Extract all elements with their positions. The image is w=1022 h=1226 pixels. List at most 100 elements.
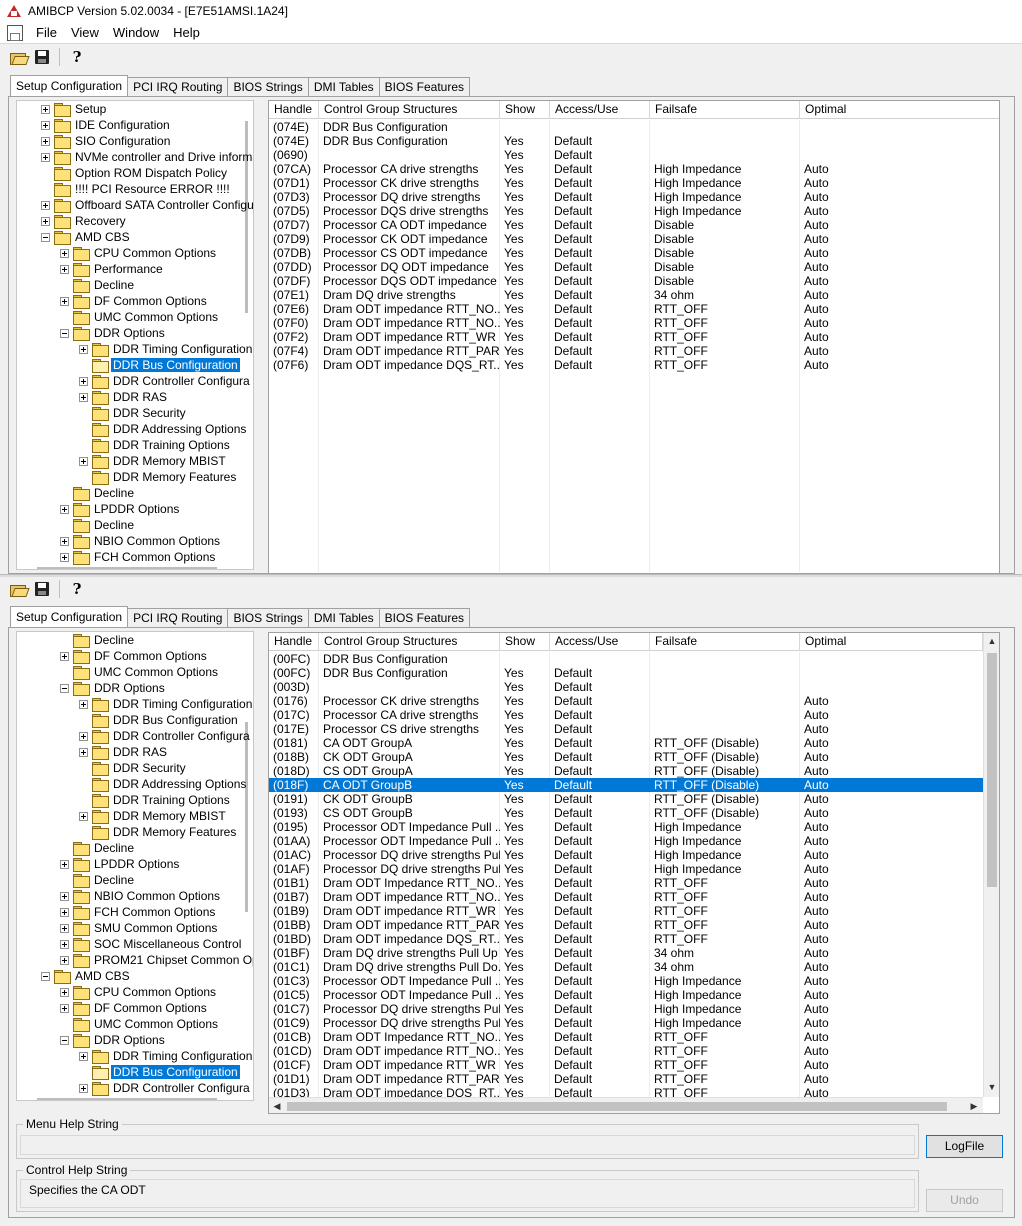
tree-hscrollbar[interactable] xyxy=(37,1098,217,1100)
tree-item[interactable]: DDR Controller Configura xyxy=(79,1080,252,1096)
cell-show[interactable]: Yes xyxy=(500,1030,550,1044)
table-row[interactable]: (00FC) DDR Bus Configuration Yes Default xyxy=(269,666,983,680)
expand-plus-icon[interactable] xyxy=(60,504,69,514)
tree-item[interactable]: DDR Training Options xyxy=(79,792,232,808)
cell-show[interactable]: Yes xyxy=(500,722,550,736)
tree-item-label[interactable]: UMC Common Options xyxy=(92,1017,220,1031)
table-row[interactable]: (01B9) Dram ODT impedance RTT_WR ... Yes De… xyxy=(269,904,983,918)
tree-item-label[interactable]: DDR Options xyxy=(92,326,167,340)
cell-show[interactable]: Yes xyxy=(500,918,550,932)
cell-show[interactable] xyxy=(500,120,550,134)
tree-item-label[interactable]: DDR Controller Configura xyxy=(111,1081,252,1095)
expand-plus-icon[interactable] xyxy=(41,200,50,210)
tree-item-label[interactable]: DDR Security xyxy=(111,406,188,420)
table-row[interactable]: (01AA) Processor ODT Impedance Pull ... Ye… xyxy=(269,834,983,848)
tree-item[interactable]: DF Common Options xyxy=(60,1000,209,1016)
cell-show[interactable]: Yes xyxy=(500,316,550,330)
cell-show[interactable]: Yes xyxy=(500,764,550,778)
tree-item-label[interactable]: AMD CBS xyxy=(73,230,132,244)
cell-access[interactable]: Default xyxy=(550,890,650,904)
cell-access[interactable]: Default xyxy=(550,862,650,876)
expand-plus-icon[interactable] xyxy=(60,264,69,274)
cell-access[interactable]: Default xyxy=(550,288,650,302)
tree-item-label[interactable]: AMD CBS xyxy=(73,969,132,983)
tab-bios-strings[interactable]: BIOS Strings xyxy=(227,77,309,96)
undo-button[interactable]: Undo xyxy=(926,1189,1003,1212)
tree-item-label[interactable]: DDR Addressing Options xyxy=(111,422,248,436)
table-row[interactable]: (01AF) Processor DQ drive strengths Pull.… xyxy=(269,862,983,876)
cell-show[interactable]: Yes xyxy=(500,246,550,260)
tree-item[interactable]: DDR Memory Features xyxy=(79,824,238,840)
tree-hscrollbar[interactable] xyxy=(37,567,217,569)
tree-item-label[interactable]: FCH Common Options xyxy=(92,905,217,919)
tree-item[interactable]: DDR Addressing Options xyxy=(79,421,248,437)
table-row[interactable]: (07F4) Dram ODT impedance RTT_PARK Yes Defa… xyxy=(269,344,999,358)
tree-item[interactable]: NBIO Common Options xyxy=(60,888,222,904)
tree-item[interactable]: DDR Bus Configuration xyxy=(79,1064,241,1080)
tree-item[interactable]: NVMe controller and Drive informa xyxy=(41,149,253,165)
expand-plus-icon[interactable] xyxy=(79,392,88,402)
cell-access[interactable]: Default xyxy=(550,274,650,288)
cell-access[interactable]: Default xyxy=(550,820,650,834)
cell-show[interactable]: Yes xyxy=(500,666,550,680)
col-control-group[interactable]: Control Group Structures xyxy=(319,633,500,651)
tree-item-label[interactable]: DF Common Options xyxy=(92,1001,209,1015)
cell-show[interactable]: Yes xyxy=(500,1086,550,1097)
tree-item-label[interactable]: Setup xyxy=(73,102,108,116)
cell-access[interactable]: Default xyxy=(550,246,650,260)
table-row[interactable]: (07DF) Processor DQS ODT impedance Yes Defa… xyxy=(269,274,999,288)
tree-item-label[interactable]: Offboard SATA Controller Configu xyxy=(73,198,253,212)
tree-item[interactable]: AMD CBS xyxy=(41,229,132,245)
cell-show[interactable]: Yes xyxy=(500,190,550,204)
cell-show[interactable]: Yes xyxy=(500,960,550,974)
cell-show[interactable]: Yes xyxy=(500,1016,550,1030)
tab-bios-features[interactable]: BIOS Features xyxy=(378,77,470,96)
col-handle[interactable]: Handle xyxy=(269,633,319,651)
table-row[interactable]: (01AC) Processor DQ drive strengths Pull.… xyxy=(269,848,983,862)
tree-item[interactable]: Decline xyxy=(60,517,136,533)
tree-item-label[interactable]: DDR Timing Configuration xyxy=(111,697,253,711)
col-optimal[interactable]: Optimal xyxy=(800,633,983,651)
tree-item[interactable]: LPDDR Options xyxy=(60,501,181,517)
cell-access[interactable]: Default xyxy=(550,694,650,708)
cell-show[interactable]: Yes xyxy=(500,260,550,274)
table-row[interactable]: (018B) CK ODT GroupA Yes Default RTT_OFF (Di… xyxy=(269,750,983,764)
tree-item-label[interactable]: DDR Controller Configura xyxy=(111,374,252,388)
tree-item[interactable]: Decline xyxy=(60,632,136,648)
grid-hscrollbar[interactable]: ◀ ▶ xyxy=(269,1097,983,1113)
cell-access[interactable] xyxy=(550,120,650,134)
tree-item[interactable]: DDR Timing Configuration xyxy=(79,696,253,712)
tree-item[interactable]: SOC Miscellaneous Control xyxy=(60,936,243,952)
table-row[interactable]: (01CB) Dram ODT Impedance RTT_NO... Yes Def… xyxy=(269,1030,983,1044)
cell-access[interactable]: Default xyxy=(550,848,650,862)
tree-item-label[interactable]: Recovery xyxy=(73,214,128,228)
table-row[interactable]: (0690) Yes Default xyxy=(269,148,999,162)
setup-tree-bottom[interactable]: Decline DF Common Options UMC Common Optio… xyxy=(16,631,254,1101)
expand-plus-icon[interactable] xyxy=(60,859,69,869)
cell-access[interactable]: Default xyxy=(550,764,650,778)
cell-access[interactable]: Default xyxy=(550,358,650,372)
cell-show[interactable]: Yes xyxy=(500,1044,550,1058)
tree-item[interactable]: SMU Common Options xyxy=(60,920,219,936)
scroll-left-arrow-icon[interactable]: ◀ xyxy=(269,1098,285,1113)
cell-show[interactable]: Yes xyxy=(500,904,550,918)
tree-item-label[interactable]: CPU Common Options xyxy=(92,985,218,999)
tree-item[interactable]: Decline xyxy=(60,485,136,501)
tree-item[interactable]: Setup xyxy=(41,101,108,117)
tree-item[interactable]: Decline xyxy=(60,277,136,293)
expand-plus-icon[interactable] xyxy=(60,987,69,997)
cell-show[interactable] xyxy=(500,652,550,666)
cell-show[interactable]: Yes xyxy=(500,204,550,218)
cell-show[interactable]: Yes xyxy=(500,974,550,988)
cell-access[interactable]: Default xyxy=(550,722,650,736)
table-row[interactable]: (0193) CS ODT GroupB Yes Default RTT_OFF (Di… xyxy=(269,806,983,820)
cell-show[interactable]: Yes xyxy=(500,134,550,148)
menu-view[interactable]: View xyxy=(64,25,106,40)
tree-item-label[interactable]: DDR Options xyxy=(92,1033,167,1047)
expand-plus-icon[interactable] xyxy=(79,344,88,354)
table-row[interactable]: (07E6) Dram ODT impedance RTT_NO... Yes Def… xyxy=(269,302,999,316)
tree-item[interactable]: Offboard SATA Controller Configu xyxy=(41,197,253,213)
tree-item-label[interactable]: SOC Miscellaneous Control xyxy=(92,937,243,951)
help-button[interactable]: ? xyxy=(67,47,87,67)
collapse-minus-icon[interactable] xyxy=(41,232,50,242)
